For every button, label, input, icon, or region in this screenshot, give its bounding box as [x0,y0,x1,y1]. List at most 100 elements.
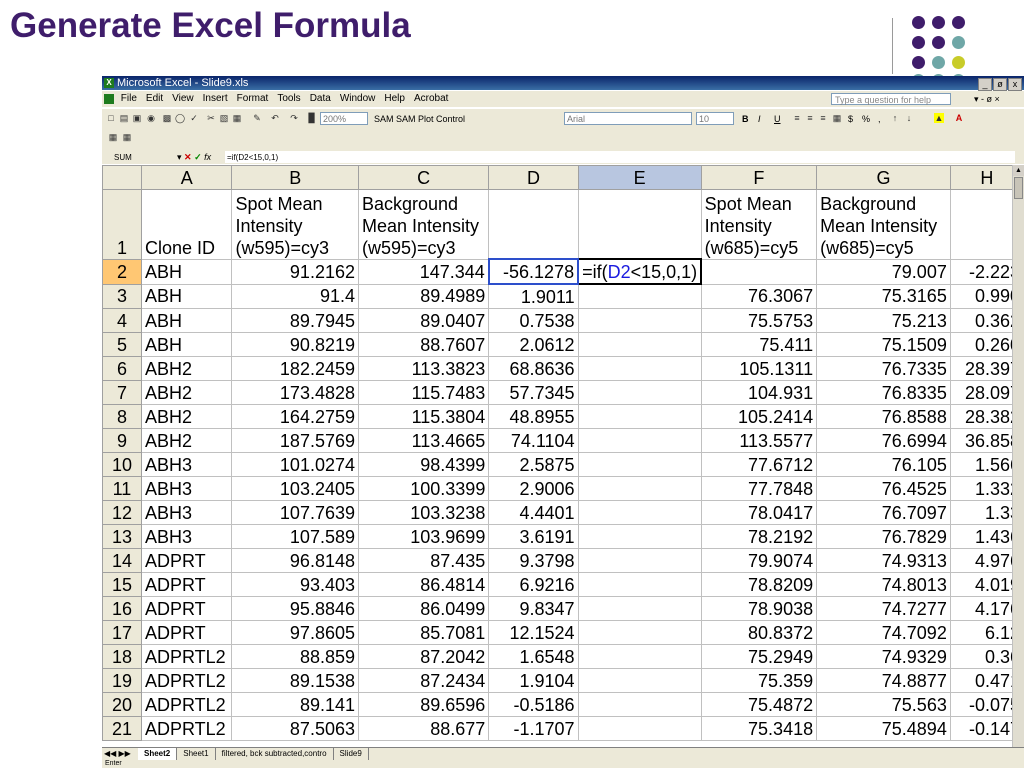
row-header[interactable]: 14 [102,548,142,573]
data-cell[interactable]: 3.6191 [488,524,579,549]
italic-button[interactable]: I [758,113,761,125]
row-header[interactable]: 3 [102,283,142,309]
vertical-scrollbar[interactable]: ▲ [1012,165,1024,747]
data-cell[interactable]: 104.931 [700,380,818,405]
spelling-icon[interactable]: ✓ [189,113,199,123]
data-cell[interactable]: 86.4814 [357,572,490,597]
column-header-a[interactable]: A [140,165,233,190]
row-header[interactable]: 1 [102,189,142,260]
tab-sheet2[interactable]: Sheet2 [138,748,178,760]
chart-wizard-icon[interactable]: ▉ [307,113,317,123]
data-cell[interactable]: 89.1538 [231,668,359,693]
data-cell[interactable]: 78.9038 [700,596,818,621]
data-cell[interactable]: 75.563 [816,692,951,717]
save-icon[interactable]: ▣ [132,113,142,123]
data-cell[interactable]: -56.1278 [487,258,580,285]
clone-id-cell[interactable]: ADPRTL2 [140,716,233,741]
print-preview-icon[interactable]: ◯ [175,113,185,123]
data-cell[interactable]: 80.8372 [700,620,818,645]
menu-view[interactable]: View [172,91,194,107]
data-cell[interactable]: 74.7277 [816,596,951,621]
open-icon[interactable]: ▤ [119,113,129,123]
data-cell[interactable]: 97.8605 [231,620,359,645]
formula-input[interactable]: =if(D2<15,0,1) [225,151,1015,163]
document-window-controls[interactable]: ▾ - ø × [974,91,1000,107]
header-cell[interactable]: Clone ID [140,189,233,260]
row-header[interactable]: 7 [102,380,142,405]
scroll-up-icon[interactable]: ▲ [1013,165,1024,176]
data-cell[interactable]: 88.677 [357,716,490,741]
clone-id-cell[interactable]: ADPRTL2 [140,692,233,717]
row-header[interactable]: 4 [102,308,142,333]
undo-icon[interactable]: ↶ [270,113,280,123]
row-header[interactable]: 9 [102,428,142,453]
data-cell[interactable]: 74.9313 [816,548,951,573]
data-cell[interactable]: 87.2042 [357,644,490,669]
bold-button[interactable]: B [742,113,749,125]
font-color-icon[interactable]: A [954,113,964,123]
data-cell[interactable]: 76.105 [816,452,951,477]
data-cell[interactable]: 48.8955 [488,404,579,429]
tab-slide9[interactable]: Slide9 [334,748,369,760]
clone-id-cell[interactable]: ADPRT [140,548,233,573]
data-cell[interactable] [577,572,702,597]
data-cell[interactable]: 96.8148 [231,548,359,573]
print-icon[interactable]: ▩ [162,113,172,123]
data-cell[interactable]: 89.7945 [231,308,359,333]
row-header[interactable]: 6 [102,356,142,381]
data-cell[interactable]: 9.8347 [488,596,579,621]
column-header-d[interactable]: D [488,165,579,190]
minimize-button[interactable]: _ [978,78,992,91]
data-cell[interactable]: 76.8335 [816,380,951,405]
data-cell[interactable]: 79.007 [816,258,951,285]
data-cell[interactable]: 76.7829 [816,524,951,549]
data-cell[interactable]: 77.7848 [700,476,818,501]
clone-id-cell[interactable]: ABH3 [140,452,233,477]
row-header[interactable]: 21 [102,716,142,741]
data-cell[interactable] [577,548,702,573]
row-header[interactable]: 12 [102,500,142,525]
align-right-icon[interactable]: ≡ [818,113,828,123]
data-cell[interactable]: 105.1311 [700,356,818,381]
dropdown-arrow-icon[interactable]: ▾ [177,152,182,162]
clone-id-cell[interactable]: ADPRTL2 [140,644,233,669]
clone-id-cell[interactable]: ADPRT [140,572,233,597]
underline-button[interactable]: U [774,113,781,125]
data-cell[interactable]: 89.4989 [357,283,490,309]
row-header[interactable]: 11 [102,476,142,501]
data-cell[interactable]: 9.3798 [488,548,579,573]
header-cell[interactable]: Background Mean Intensity (w685)=cy5 [816,189,951,260]
menu-file[interactable]: File [121,91,137,107]
data-cell[interactable] [577,620,702,645]
paste-icon[interactable]: ▦ [232,113,242,123]
clone-id-cell[interactable]: ABH [140,308,233,333]
data-cell[interactable]: 75.359 [700,668,818,693]
row-header[interactable]: 19 [102,668,142,693]
row-header[interactable]: 20 [102,692,142,717]
data-cell[interactable]: 87.2434 [357,668,490,693]
clone-id-cell[interactable]: ABH3 [140,476,233,501]
data-cell[interactable]: 75.4872 [700,692,818,717]
close-button[interactable]: x [1008,78,1022,91]
data-cell[interactable]: 164.2759 [231,404,359,429]
increase-decimal-icon[interactable]: ↑ [890,113,900,123]
ask-question-input[interactable]: Type a question for help [831,93,951,105]
data-cell[interactable]: 75.411 [700,332,818,357]
row-header[interactable]: 10 [102,452,142,477]
header-cell[interactable] [488,189,579,260]
data-cell[interactable]: -1.1707 [488,716,579,741]
permission-icon[interactable]: ◉ [146,113,156,123]
data-cell[interactable]: 1.9011 [488,283,579,309]
format-painter-icon[interactable]: ✎ [252,113,262,123]
row-header[interactable]: 15 [102,572,142,597]
clone-id-cell[interactable]: ADPRTL2 [140,668,233,693]
clone-id-cell[interactable]: ABH2 [140,404,233,429]
data-cell[interactable] [577,596,702,621]
clone-id-cell[interactable]: ABH2 [140,428,233,453]
align-center-icon[interactable]: ≡ [805,113,815,123]
data-cell[interactable]: 75.3165 [816,283,951,309]
data-cell[interactable]: 182.2459 [231,356,359,381]
zoom-select[interactable]: 200% [320,112,368,125]
tab-scroll-arrows-icon[interactable]: ◀◀ ▶▶ [104,748,138,760]
data-cell[interactable]: 6.9216 [488,572,579,597]
